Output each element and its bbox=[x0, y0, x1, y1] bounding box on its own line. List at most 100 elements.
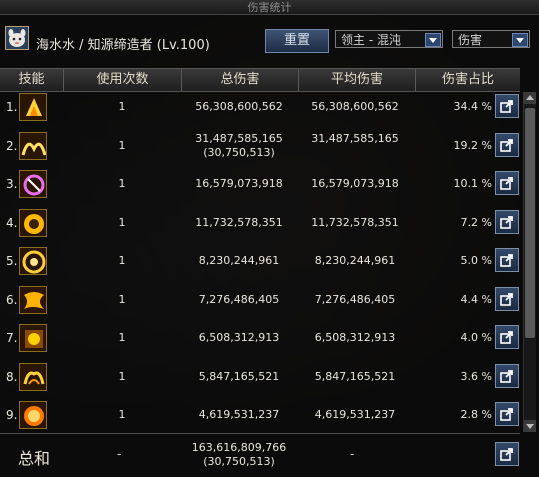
target-select-value: 领主 - 混沌 bbox=[341, 33, 401, 47]
row-rank: 7. bbox=[6, 331, 18, 345]
row-count: 1 bbox=[118, 215, 126, 229]
type-select-value: 伤害 bbox=[458, 33, 483, 47]
summary-label: 总和 bbox=[18, 449, 51, 468]
table-row: 9. 1 4,619,531,237 4,619,531,237 2.8 % bbox=[0, 396, 520, 434]
skill-icon-3[interactable] bbox=[19, 170, 47, 198]
skill-icon-5[interactable] bbox=[19, 247, 47, 275]
share-button[interactable] bbox=[495, 363, 519, 388]
row-count: 1 bbox=[118, 408, 126, 421]
summary-avg: - bbox=[350, 447, 355, 461]
row-rank: 2. bbox=[6, 138, 18, 153]
share-icon bbox=[500, 100, 513, 113]
share-button[interactable] bbox=[495, 248, 519, 272]
row-avg: 8,230,244,961 bbox=[314, 254, 396, 267]
row-rank: 3. bbox=[6, 177, 18, 191]
row-total: 7,276,486,405 bbox=[184, 293, 294, 307]
share-button[interactable] bbox=[495, 94, 519, 118]
window-title: 伤害统计 bbox=[247, 1, 292, 14]
table-row: 3. 1 16,579,073,918 16,579,073,918 10.1 % bbox=[0, 165, 520, 203]
row-rank: 6. bbox=[6, 292, 18, 307]
row-total-value: 16,579,073,918 bbox=[195, 177, 283, 190]
row-avg: 5,847,165,521 bbox=[314, 369, 396, 383]
share-icon bbox=[500, 177, 513, 190]
target-select[interactable]: 领主 - 混沌 bbox=[335, 30, 443, 48]
scroll-up-button[interactable] bbox=[524, 92, 536, 104]
row-total-value: 31,487,585,165 bbox=[195, 131, 283, 145]
summary-share-button[interactable] bbox=[495, 442, 519, 466]
share-icon bbox=[500, 448, 513, 461]
row-total: 31,487,585,165 (30,750,513) bbox=[184, 132, 294, 160]
scroll-thumb[interactable] bbox=[525, 108, 535, 338]
row-pct: 19.2 % bbox=[453, 138, 492, 152]
summary-count: - bbox=[117, 447, 122, 461]
share-button[interactable] bbox=[495, 132, 519, 157]
table-row: 7. 1 6,508,312,913 6,508,312,913 4.0 % bbox=[0, 319, 520, 357]
skill-icon-9[interactable] bbox=[19, 401, 47, 429]
row-avg: 16,579,073,918 bbox=[311, 177, 399, 190]
row-total: 8,230,244,961 bbox=[184, 254, 294, 268]
skill-icon-8[interactable] bbox=[19, 362, 47, 391]
row-total-value: 4,619,531,237 bbox=[198, 408, 280, 421]
skill-icon-2[interactable] bbox=[19, 131, 47, 160]
share-icon bbox=[500, 408, 513, 421]
table-row: 2. 1 31,487,585,165 (30,750,513) 31,487,585,… bbox=[0, 127, 520, 165]
table-row: 5. 1 8,230,244,961 8,230,244,961 5.0 % bbox=[0, 242, 520, 280]
skill-icon-6[interactable] bbox=[19, 285, 47, 314]
row-total-sub: (30,750,513) bbox=[203, 145, 275, 159]
row-pct: 4.4 % bbox=[460, 292, 492, 306]
row-avg: 11,732,578,351 bbox=[311, 215, 399, 229]
type-select[interactable]: 伤害 bbox=[452, 30, 530, 48]
row-pct: 2.8 % bbox=[460, 408, 492, 421]
row-rank: 1. bbox=[6, 100, 18, 114]
chevron-down-icon[interactable] bbox=[512, 33, 528, 47]
row-total-value: 56,308,600,562 bbox=[195, 100, 283, 113]
summary-total-value: 163,616,809,766 bbox=[191, 441, 287, 454]
row-pct: 3.6 % bbox=[460, 369, 492, 383]
row-rank: 8. bbox=[6, 369, 18, 384]
share-button[interactable] bbox=[495, 402, 519, 426]
row-total-value: 7,276,486,405 bbox=[198, 292, 280, 306]
row-rank: 4. bbox=[6, 215, 18, 230]
row-count: 1 bbox=[118, 177, 126, 190]
row-total: 11,732,578,351 bbox=[184, 216, 294, 230]
row-count: 1 bbox=[118, 369, 126, 383]
row-avg: 4,619,531,237 bbox=[314, 408, 396, 421]
row-avg: 56,308,600,562 bbox=[311, 100, 399, 113]
row-total-value: 5,847,165,521 bbox=[198, 369, 280, 383]
share-button[interactable] bbox=[495, 286, 519, 311]
share-icon bbox=[500, 215, 513, 229]
row-count: 1 bbox=[118, 292, 126, 306]
share-button[interactable] bbox=[495, 209, 519, 234]
table-row: 4. 1 11,732,578,351 11,732,578,351 7.2 % bbox=[0, 204, 520, 242]
summary-total-sub: (30,750,513) bbox=[203, 455, 275, 468]
skill-icon-4[interactable] bbox=[19, 208, 47, 237]
character-name: 海水水 / 知源缔造者 (Lv.100) bbox=[36, 38, 210, 53]
row-rank: 5. bbox=[6, 254, 18, 268]
scroll-down-button[interactable] bbox=[524, 420, 536, 432]
table-row: 1. 1 56,308,600,562 56,308,600,562 34.4 % bbox=[0, 88, 520, 126]
row-total: 16,579,073,918 bbox=[184, 177, 294, 191]
share-icon bbox=[500, 331, 513, 344]
row-count: 1 bbox=[118, 100, 126, 113]
character-row: 海水水 / 知源缔造者 (Lv.100) 重置 领主 - 混沌 伤害 bbox=[0, 20, 539, 64]
table-row: 6. 1 7,276,486,405 7,276,486,405 4.4 % bbox=[0, 281, 520, 319]
row-total-value: 8,230,244,961 bbox=[198, 254, 280, 267]
skill-icon-7[interactable] bbox=[19, 324, 47, 352]
damage-stats-window: 伤害统计 海水水 / 知源缔造者 (Lv.100) 重置 领主 - 混沌 伤害 … bbox=[0, 0, 539, 477]
share-icon bbox=[500, 369, 513, 383]
window-titlebar[interactable]: 伤害统计 bbox=[0, 0, 539, 15]
table-row: 8. 1 5,847,165,521 5,847,165,521 3.6 % bbox=[0, 358, 520, 396]
row-avg: 6,508,312,913 bbox=[314, 331, 396, 344]
share-button[interactable] bbox=[495, 325, 519, 349]
chevron-down-icon[interactable] bbox=[425, 33, 441, 47]
row-pct: 7.2 % bbox=[460, 215, 492, 229]
row-total-value: 11,732,578,351 bbox=[195, 215, 283, 229]
row-count: 1 bbox=[118, 254, 126, 267]
skill-icon-1[interactable] bbox=[19, 93, 47, 121]
scrollbar[interactable] bbox=[523, 92, 536, 432]
summary-total: 163,616,809,766 (30,750,513) bbox=[184, 441, 294, 469]
reset-button[interactable]: 重置 bbox=[265, 29, 329, 53]
row-rank: 9. bbox=[6, 408, 18, 422]
row-avg: 7,276,486,405 bbox=[314, 292, 396, 306]
share-button[interactable] bbox=[495, 171, 519, 195]
